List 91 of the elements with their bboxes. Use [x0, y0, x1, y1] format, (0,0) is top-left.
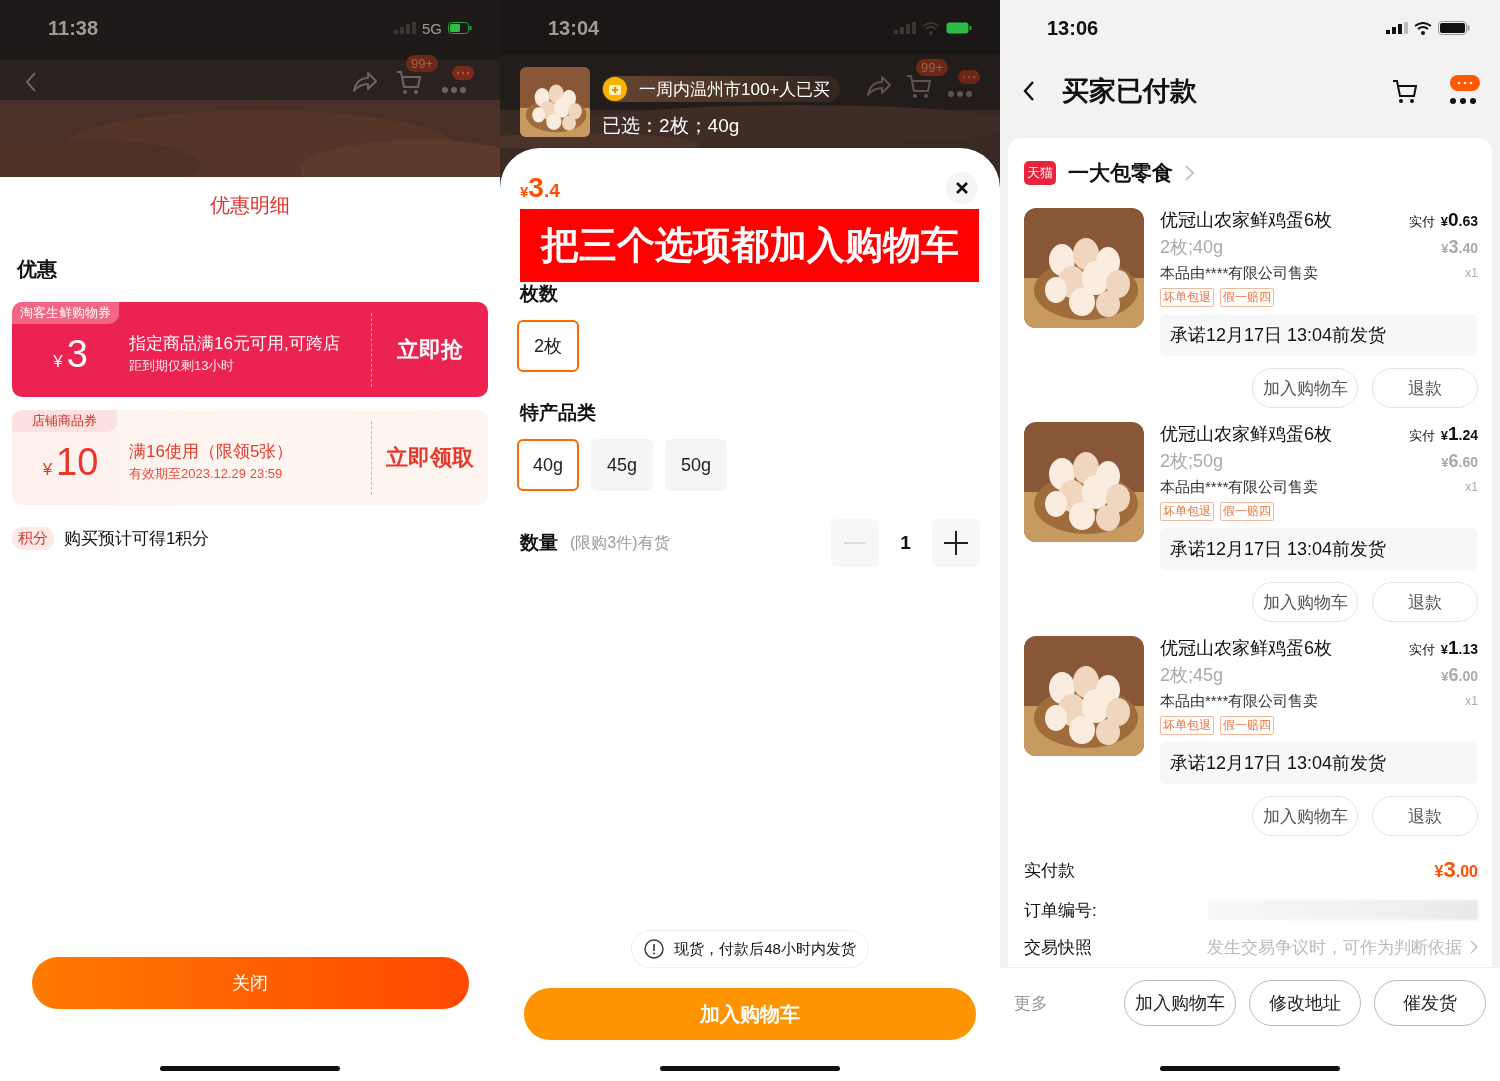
- item-action-button[interactable]: 加入购物车: [1252, 796, 1358, 836]
- signal-icon: [394, 22, 416, 34]
- item-action-button[interactable]: 退款: [1372, 796, 1478, 836]
- points-text: 购买预计可得1积分: [64, 528, 210, 550]
- paid-price: ¥1.13: [1440, 640, 1478, 657]
- status-time: 13:06: [1047, 16, 1099, 40]
- store-badge: 天猫: [1024, 161, 1056, 185]
- item-action-button[interactable]: 加入购物车: [1252, 368, 1358, 408]
- coupon-condition: 指定商品满16元可用,可跨店: [129, 332, 341, 355]
- service-tag: 坏单包退: [1160, 287, 1214, 307]
- summary-label: 订单编号:: [1024, 899, 1097, 922]
- banner: 把三个选项都加入购物车: [520, 209, 979, 282]
- page-title: 买家已付款: [1062, 75, 1197, 108]
- signal-icon: [1386, 22, 1408, 34]
- service-tag: 假一赔四: [1220, 287, 1274, 307]
- item-quantity: x1: [1465, 480, 1478, 494]
- coupon-note: 有效期至2023.12.29 23:59: [129, 464, 284, 483]
- points-tag: 积分: [12, 527, 54, 550]
- original-price: ¥6.00: [1441, 664, 1478, 686]
- total-price: ¥3.00: [1434, 857, 1478, 883]
- increase-button[interactable]: [932, 519, 980, 567]
- summary-label: 实付款: [1024, 859, 1075, 882]
- service-tag: 坏单包退: [1160, 501, 1214, 521]
- seller-text: 本品由****有限公司售卖: [1160, 477, 1319, 497]
- original-price: ¥6.60: [1441, 450, 1478, 472]
- price: ¥3.4: [520, 172, 560, 204]
- option-chip[interactable]: 40g: [517, 439, 579, 491]
- seller-text: 本品由****有限公司售卖: [1160, 691, 1319, 711]
- alert-icon: [644, 939, 665, 959]
- product-spec: 2枚;40g: [1160, 236, 1224, 259]
- paid-label: 实付: [1408, 642, 1435, 657]
- promise-text: 承诺12月17日 13:04前发货: [1160, 314, 1478, 356]
- coupon-note: 距到期仅剩13小时: [129, 356, 236, 375]
- sheet-title: 优惠明细: [209, 193, 291, 217]
- stock-hint: (限购3件)有货: [570, 532, 670, 553]
- item-quantity: x1: [1465, 694, 1478, 708]
- original-price: ¥3.40: [1441, 236, 1478, 258]
- paid-label: 实付: [1408, 214, 1435, 229]
- option-group-label: 枚数: [520, 282, 559, 306]
- promise-text: 承诺12月17日 13:04前发货: [1160, 528, 1478, 570]
- plus-icon: [944, 531, 968, 555]
- claim-button[interactable]: 立即抢: [372, 334, 488, 365]
- product-title[interactable]: 优冠山农家鲜鸡蛋6枚: [1160, 422, 1332, 446]
- coupon-tag: 淘客生鲜购物券: [12, 302, 119, 324]
- wifi-icon: [1414, 21, 1432, 35]
- service-tag: 假一赔四: [1220, 715, 1274, 735]
- notice-text: 现货，付款后48小时内发货: [674, 939, 856, 959]
- item-action-button[interactable]: 退款: [1372, 368, 1478, 408]
- coupon-condition: 满16使用（限领5张）: [129, 440, 295, 463]
- coupon-tag: 店铺商品券: [12, 410, 117, 432]
- item-quantity: x1: [1465, 266, 1478, 280]
- close-button[interactable]: [946, 172, 978, 204]
- product-spec: 2枚;50g: [1160, 450, 1224, 473]
- product-spec: 2枚;45g: [1160, 664, 1224, 687]
- option-chip[interactable]: 45g: [591, 439, 653, 491]
- service-tag: 坏单包退: [1160, 715, 1214, 735]
- option-group-label: 特产品类: [520, 401, 597, 425]
- claim-button[interactable]: 立即领取: [372, 442, 488, 473]
- product-title[interactable]: 优冠山农家鲜鸡蛋6枚: [1160, 208, 1332, 232]
- product-title[interactable]: 优冠山农家鲜鸡蛋6枚: [1160, 636, 1332, 660]
- order-action-button[interactable]: 加入购物车: [1124, 980, 1236, 1026]
- order-action-button[interactable]: 催发货: [1374, 980, 1486, 1026]
- network-label: 5G: [422, 19, 442, 37]
- close-icon: [955, 181, 969, 195]
- order-action-button[interactable]: 修改地址: [1249, 980, 1361, 1026]
- cart-badge: 99+: [406, 55, 439, 72]
- section-heading: 优惠: [17, 257, 58, 281]
- battery-icon: [448, 22, 472, 34]
- option-chip[interactable]: 2枚: [517, 320, 579, 372]
- seller-text: 本品由****有限公司售卖: [1160, 263, 1319, 283]
- paid-price: ¥0.63: [1440, 212, 1478, 229]
- share-icon[interactable]: [352, 71, 378, 93]
- promise-text: 承诺12月17日 13:04前发货: [1160, 742, 1478, 784]
- coupon-amount: ¥3: [52, 332, 89, 376]
- quantity-value: 1: [899, 532, 912, 554]
- shop-name[interactable]: 一大包零食: [1068, 159, 1173, 187]
- cart-icon[interactable]: [1392, 78, 1418, 104]
- chevron-icon[interactable]: [1470, 940, 1478, 954]
- item-action-button[interactable]: 退款: [1372, 582, 1478, 622]
- coupon-amount: ¥10: [41, 440, 100, 484]
- status-time: 11:38: [48, 16, 99, 40]
- quantity-label: 数量: [520, 531, 558, 555]
- back-icon[interactable]: [1022, 80, 1036, 102]
- item-action-button[interactable]: 加入购物车: [1252, 582, 1358, 622]
- option-chip[interactable]: 50g: [665, 439, 727, 491]
- battery-icon: [1438, 21, 1470, 35]
- service-tag: 假一赔四: [1220, 501, 1274, 521]
- summary-label: 交易快照: [1024, 936, 1092, 959]
- paid-price: ¥1.24: [1440, 426, 1478, 443]
- paid-label: 实付: [1408, 428, 1435, 443]
- chevron-icon[interactable]: [1185, 165, 1194, 181]
